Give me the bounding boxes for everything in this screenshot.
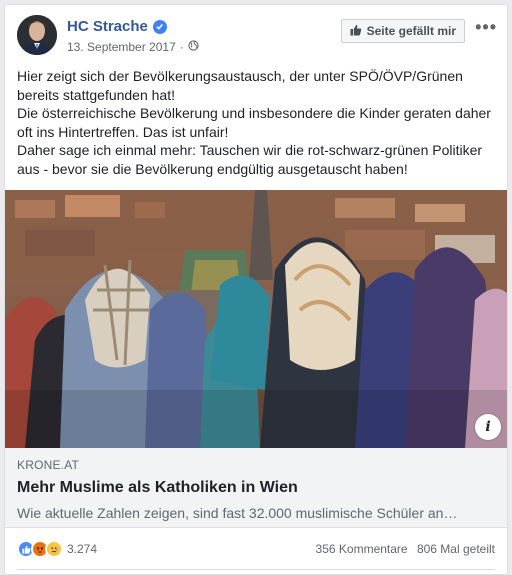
comments-count[interactable]: 356 Kommentare <box>316 542 408 556</box>
post-footer: 3.274 356 Kommentare 806 Mal geteilt <box>17 537 495 561</box>
link-title[interactable]: Mehr Muslime als Katholiken in Wien <box>17 479 497 497</box>
post-text-line: Hier zeigt sich der Bevölkerungsaustausc… <box>17 68 463 103</box>
like-page-label: Seite gefällt mir <box>366 24 456 38</box>
reactions-summary[interactable]: 3.274 <box>17 540 97 558</box>
page-name[interactable]: HC Strache <box>67 18 167 35</box>
page-avatar[interactable] <box>17 15 57 55</box>
info-icon[interactable]: i <box>475 414 501 440</box>
separator-dot: · <box>179 40 184 54</box>
post-stats: 356 Kommentare 806 Mal geteilt <box>310 542 495 556</box>
post-meta: 13. September 2017 · <box>67 40 199 54</box>
facebook-post-card: HC Strache 13. September 2017 · Seite ge… <box>4 4 508 575</box>
sad-reaction-icon <box>45 540 63 558</box>
more-icon[interactable]: ••• <box>475 17 497 38</box>
post-header: HC Strache 13. September 2017 · Seite ge… <box>17 15 497 59</box>
post-text: Hier zeigt sich der Bevölkerungsaustausc… <box>17 67 501 178</box>
link-description: Wie aktuelle Zahlen zeigen, sind fast 32… <box>17 505 458 521</box>
reaction-count: 3.274 <box>67 542 98 556</box>
thumbs-up-icon <box>350 24 362 39</box>
link-preview-image[interactable]: i <box>5 190 507 448</box>
globe-icon <box>188 40 199 54</box>
verified-icon <box>152 19 167 34</box>
post-date[interactable]: 13. September 2017 <box>67 40 176 54</box>
post-text-line: Daher sage ich einmal mehr: Tauschen wir… <box>17 142 483 177</box>
link-domain: KRONE.AT <box>17 458 80 472</box>
shares-count[interactable]: 806 Mal geteilt <box>417 542 495 556</box>
footer-divider <box>17 569 495 570</box>
page-name-text[interactable]: HC Strache <box>67 18 148 35</box>
link-preview-box[interactable]: KRONE.AT Mehr Muslime als Katholiken in … <box>5 448 507 528</box>
like-page-button[interactable]: Seite gefällt mir <box>340 19 465 43</box>
post-text-line: Die österreichische Bevölkerung und insb… <box>17 105 491 140</box>
